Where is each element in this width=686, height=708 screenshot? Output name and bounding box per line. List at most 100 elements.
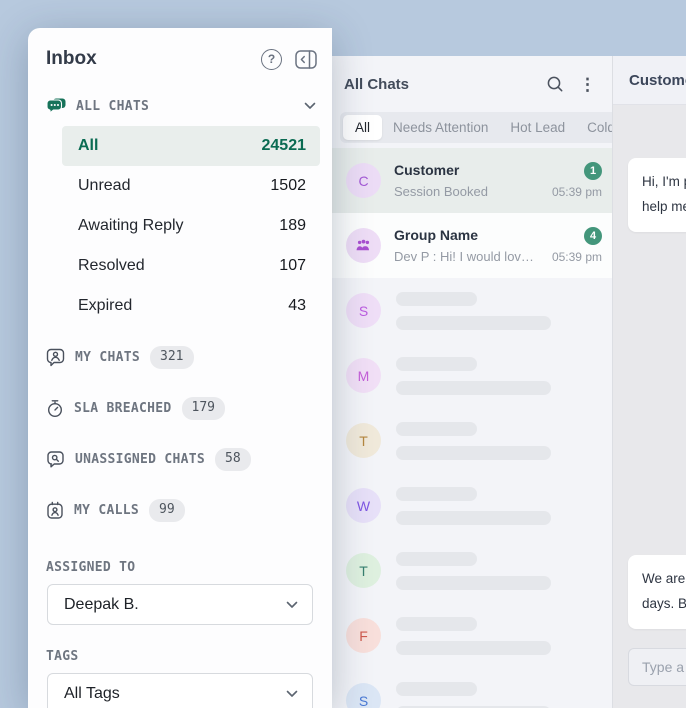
chat-row-group[interactable]: Group Name Dev P : Hi! I would love to e… — [332, 213, 612, 278]
sidebar-item-label: UNASSIGNED CHATS — [75, 452, 205, 467]
assigned-to-value: Deepak B. — [64, 596, 139, 614]
tags-select[interactable]: All Tags — [47, 673, 313, 708]
chat-list-panel: All Chats ⋮ All Needs Attention Hot Lead… — [332, 56, 612, 708]
sidebar-item-label: MY CHATS — [75, 350, 140, 365]
filter-awaiting-reply[interactable]: Awaiting Reply 189 — [62, 206, 320, 246]
filter-label: All — [78, 137, 98, 155]
count-badge: 179 — [182, 397, 225, 420]
sidebar-item-all-chats[interactable]: ALL CHATS — [28, 94, 332, 118]
chat-name: Customer — [394, 162, 539, 178]
search-icon[interactable] — [546, 75, 564, 93]
group-people-icon — [346, 228, 381, 263]
filter-resolved[interactable]: Resolved 107 — [62, 246, 320, 286]
filter-all[interactable]: All 24521 — [62, 126, 320, 166]
skeleton-bar — [396, 487, 477, 501]
stopwatch-icon — [46, 399, 64, 418]
assigned-to-label: ASSIGNED TO — [46, 560, 314, 575]
chat-row-loading[interactable]: F — [332, 603, 612, 668]
count-badge: 99 — [149, 499, 185, 522]
message-line: help me — [642, 195, 686, 220]
skeleton-bar — [396, 617, 477, 631]
skeleton-bar — [396, 357, 477, 371]
chat-row-loading[interactable]: W — [332, 473, 612, 538]
sidebar-item-unassigned-chats[interactable]: UNASSIGNED CHATS 58 — [28, 434, 332, 485]
filter-label: Unread — [78, 177, 130, 195]
filter-count: 189 — [279, 217, 306, 235]
tags-label: TAGS — [46, 649, 314, 664]
tags-value: All Tags — [64, 685, 120, 703]
avatar: S — [346, 683, 381, 708]
chat-row-loading[interactable]: T — [332, 538, 612, 603]
avatar: C — [346, 163, 381, 198]
filter-count: 1502 — [270, 177, 306, 195]
chevron-down-icon[interactable] — [304, 102, 316, 110]
message-line: Hi, I'm pl — [642, 170, 686, 195]
count-badge: 321 — [150, 346, 193, 369]
chat-name: Group Name — [394, 227, 539, 243]
help-icon[interactable]: ? — [261, 49, 282, 70]
chevron-down-icon — [286, 690, 298, 698]
avatar: S — [346, 293, 381, 328]
conversation-title: Customer — [629, 72, 686, 89]
chat-search-icon — [46, 450, 65, 469]
skeleton-bar — [396, 316, 551, 330]
collapse-panel-icon[interactable] — [295, 50, 317, 69]
assigned-to-select[interactable]: Deepak B. — [47, 584, 313, 625]
chat-row-loading[interactable]: S — [332, 668, 612, 708]
skeleton-bar — [396, 381, 551, 395]
skeleton-bar — [396, 292, 477, 306]
unread-badge: 4 — [584, 227, 602, 245]
chat-list-header: All Chats ⋮ — [332, 56, 612, 112]
skeleton-bar — [396, 511, 551, 525]
chat-row-loading[interactable]: S — [332, 278, 612, 343]
chat-row-customer[interactable]: C Customer Session Booked 1 05:39 pm — [332, 148, 612, 213]
sidebar-item-my-chats[interactable]: MY CHATS 321 — [28, 332, 332, 383]
avatar: T — [346, 553, 381, 588]
chat-time: 05:39 pm — [552, 185, 602, 199]
avatar: T — [346, 423, 381, 458]
chat-row-loading[interactable]: T — [332, 408, 612, 473]
filter-label: Resolved — [78, 257, 145, 275]
sidebar-item-my-calls[interactable]: MY CALLS 99 — [28, 485, 332, 536]
sidebar-item-label: ALL CHATS — [76, 99, 149, 114]
count-badge: 58 — [215, 448, 251, 471]
tab-cold[interactable]: Cold — [576, 115, 612, 140]
chat-bubbles-icon — [46, 98, 66, 115]
tab-hot-lead[interactable]: Hot Lead — [499, 115, 576, 140]
conversation-panel: Customer Hi, I'm pl help me We are 2 day… — [612, 56, 686, 708]
tab-needs-attention[interactable]: Needs Attention — [382, 115, 499, 140]
sidebar-item-sla-breached[interactable]: SLA BREACHED 179 — [28, 383, 332, 434]
unread-badge: 1 — [584, 162, 602, 180]
message-input[interactable] — [628, 648, 686, 686]
filter-count: 43 — [288, 297, 306, 315]
chat-list: C Customer Session Booked 1 05:39 pm Gro… — [332, 148, 612, 708]
filter-expired[interactable]: Expired 43 — [62, 286, 320, 326]
message-line: days. Bu — [642, 592, 686, 617]
chat-row-loading[interactable]: M — [332, 343, 612, 408]
skeleton-bar — [396, 552, 477, 566]
page-title: Inbox — [46, 48, 97, 70]
conversation-header: Customer — [613, 56, 686, 105]
filter-count: 24521 — [262, 137, 307, 155]
chat-list-title: All Chats — [344, 76, 409, 93]
filter-count: 107 — [279, 257, 306, 275]
chat-preview: Dev P : Hi! I would love to e... — [394, 249, 539, 264]
incoming-message: We are 2 days. Bu — [628, 555, 686, 629]
filter-unread[interactable]: Unread 1502 — [62, 166, 320, 206]
user-chat-icon — [46, 348, 65, 367]
avatar: M — [346, 358, 381, 393]
skeleton-bar — [396, 446, 551, 460]
avatar: W — [346, 488, 381, 523]
skeleton-bar — [396, 422, 477, 436]
filter-label: Expired — [78, 297, 132, 315]
chat-filter-tabs: All Needs Attention Hot Lead Cold — [340, 112, 612, 143]
inbox-sidebar: Inbox ? ALL CHATS All — [28, 28, 332, 708]
sidebar-item-label: SLA BREACHED — [74, 401, 172, 416]
more-options-icon[interactable]: ⋮ — [579, 76, 596, 93]
skeleton-bar — [396, 576, 551, 590]
skeleton-bar — [396, 682, 477, 696]
tab-all[interactable]: All — [343, 115, 382, 140]
avatar: F — [346, 618, 381, 653]
contact-card-icon — [46, 501, 64, 520]
chat-time: 05:39 pm — [552, 250, 602, 264]
